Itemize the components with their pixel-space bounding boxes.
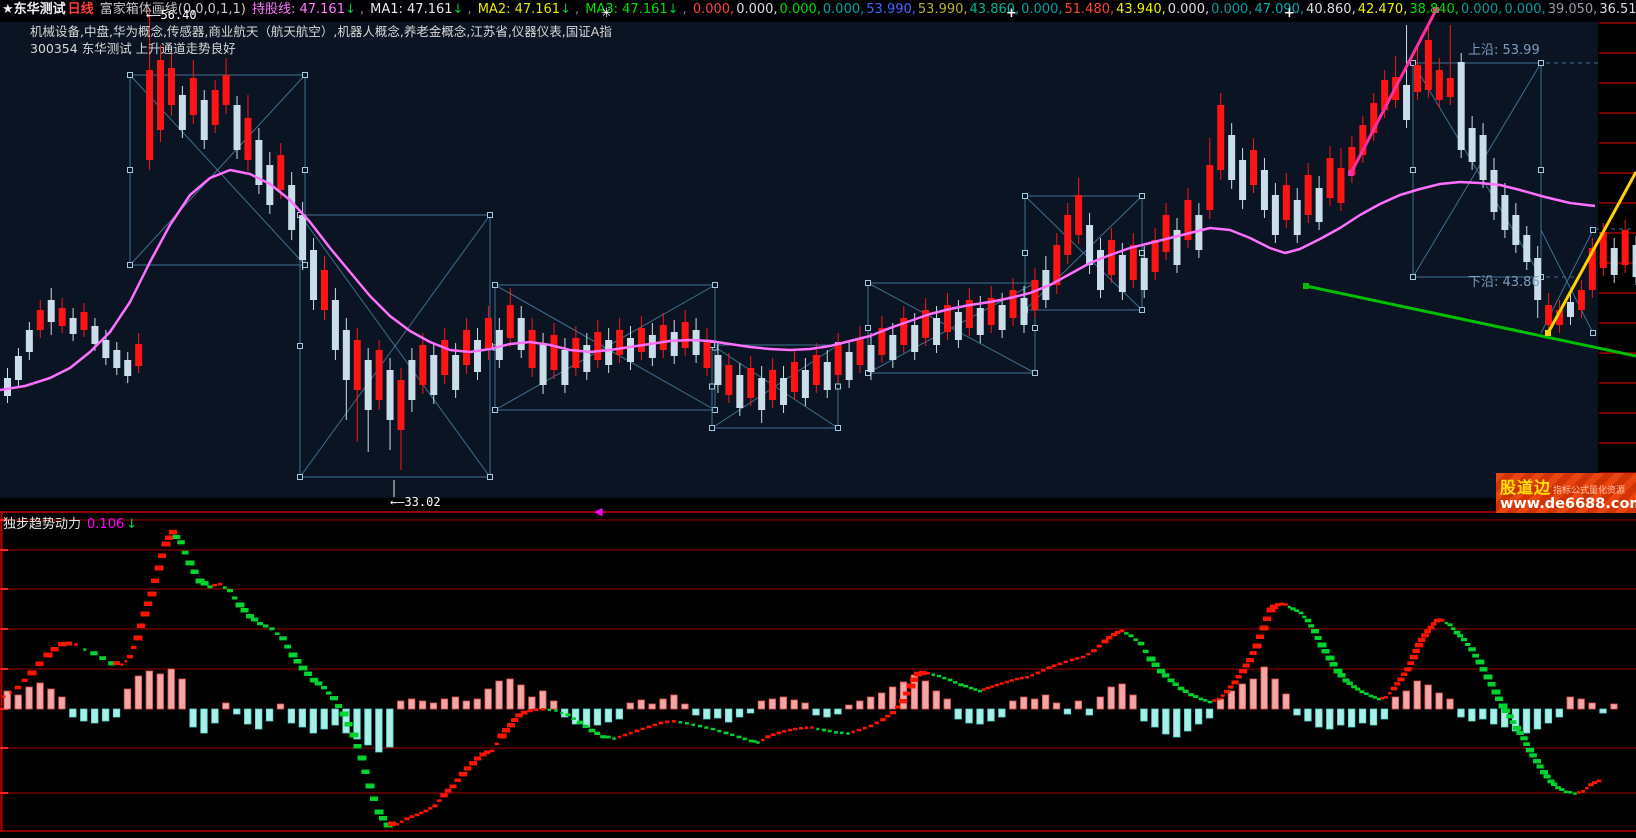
- ma-item: MA2: 47.161↓: [478, 2, 573, 17]
- down-arrow-icon: ↓: [453, 2, 464, 17]
- header-value: 0.000,: [1504, 2, 1545, 17]
- header-value: 0.000,: [693, 2, 734, 17]
- watermark-banner: 股道边指标公式量化资源 www.de6688.com: [1496, 473, 1636, 513]
- main-chart-canvas[interactable]: 上沿: 53.99 下沿: 43.86: [0, 0, 1636, 498]
- ma-item: MA1: 47.161↓: [370, 2, 465, 17]
- header-value: 42.470,: [1358, 2, 1408, 17]
- header-value: 0.000,: [1168, 2, 1209, 17]
- watermark-brand: 股道边: [1500, 478, 1551, 497]
- header-value: 0.000,: [736, 2, 777, 17]
- indicator-header-row: ★东华测试日线 富家箱体画线(0,0,0,1,1) 持股线: 47.161↓, …: [2, 2, 1636, 17]
- separator: ,: [575, 2, 583, 17]
- high-price-marker: ←—56.40: [146, 8, 197, 22]
- trend-power-dotted-line: [3, 530, 1602, 828]
- ma-item: MA3: 47.161↓: [585, 2, 680, 17]
- trading-app-window: 上沿: 53.99 下沿: 43.86 ★东华测试日线 富家箱体画线(0,0,0,…: [0, 0, 1636, 838]
- low-price-marker: ←—33.02: [390, 495, 441, 509]
- momentum-histogram: [4, 667, 1617, 752]
- anchor-cross-icon[interactable]: +: [1006, 6, 1017, 21]
- indicator-value: 0.106: [87, 517, 124, 532]
- rail-label: 下沿: 43.86: [1468, 275, 1540, 290]
- separator: ,: [683, 2, 691, 17]
- panel-indicator-label: 独步趋势动力 0.106↓: [3, 513, 137, 532]
- anchor-cross-icon[interactable]: +: [1284, 6, 1295, 21]
- stock-title: ★东华测试: [2, 2, 66, 17]
- indicator-panel-canvas[interactable]: [0, 511, 1636, 838]
- header-value: 0.000,: [1211, 2, 1252, 17]
- down-arrow-icon: ↓: [668, 2, 679, 17]
- panel-marker-icon[interactable]: ◀: [594, 505, 602, 518]
- header-value: 39.050,: [1548, 2, 1598, 17]
- concept-tags: 机械设备,中盘,华为概念,传感器,商业航天（航天航空）,机器人概念,养老金概念,…: [30, 24, 612, 39]
- header-value: 36.510,: [1599, 2, 1636, 17]
- header-value: 0.000,: [780, 2, 821, 17]
- header-value: 47.090,: [1254, 2, 1304, 17]
- stock-info-line: 300354 东华测试 上升通道走势良好: [30, 41, 236, 56]
- header-value: 0.000,: [823, 2, 864, 17]
- header-value: 38.840,: [1409, 2, 1459, 17]
- header-value: 53.990,: [866, 2, 916, 17]
- watermark-tagline: 指标公式量化资源: [1553, 486, 1625, 496]
- rail-label: 上沿: 53.99: [1468, 43, 1540, 58]
- down-arrow-icon: ↓: [345, 2, 356, 17]
- indicator-name: 独步趋势动力: [3, 517, 81, 532]
- separator: ,: [467, 2, 475, 17]
- down-arrow-icon: ↓: [560, 2, 571, 17]
- separator: ,: [360, 2, 368, 17]
- header-value: 0.000,: [1021, 2, 1062, 17]
- header-value: 40.860,: [1306, 2, 1356, 17]
- ma-item: 持股线: 47.161↓: [252, 2, 358, 17]
- header-value: 53.990,: [918, 2, 968, 17]
- header-value: 51.480,: [1065, 2, 1115, 17]
- header-value: 43.940,: [1116, 2, 1166, 17]
- header-value: 0.000,: [1461, 2, 1502, 17]
- down-arrow-icon: ↓: [126, 517, 137, 532]
- watermark-url: www.de6688.com: [1500, 496, 1636, 512]
- period-label: 日线: [68, 2, 94, 17]
- anchor-star-icon[interactable]: ✳: [601, 6, 612, 21]
